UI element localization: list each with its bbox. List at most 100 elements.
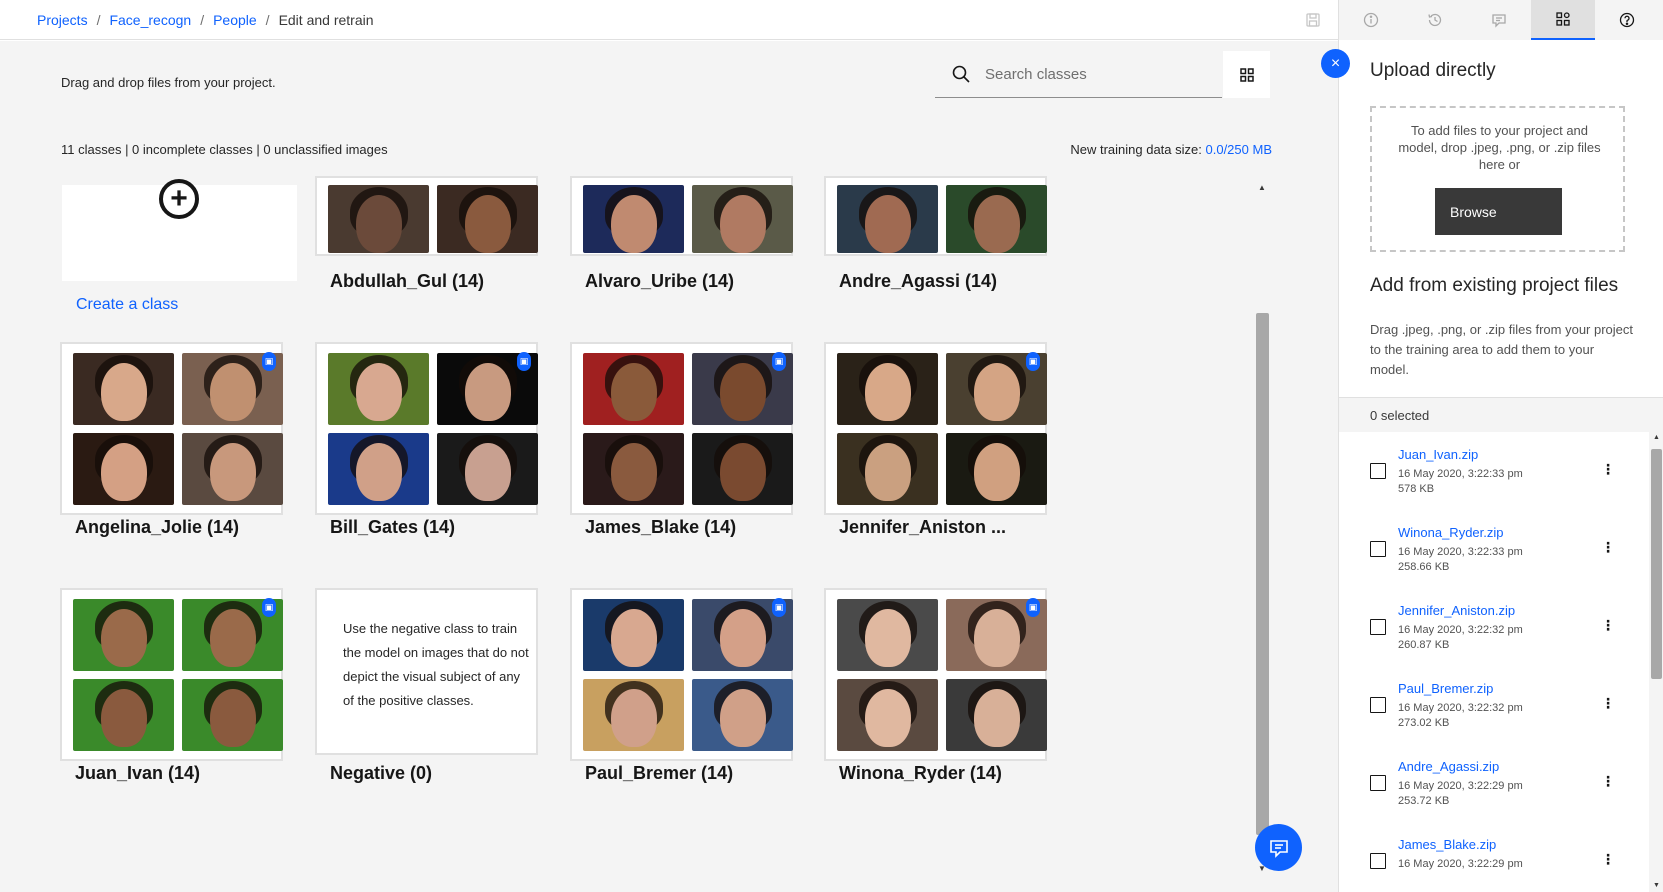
tab-help[interactable] (1595, 0, 1659, 40)
class-thumbnail (946, 679, 1047, 751)
file-name[interactable]: Juan_Ivan.zip (1398, 447, 1478, 462)
class-name[interactable]: Negative (0) (330, 763, 432, 784)
overflow-menu-icon[interactable]: ⋮ (1601, 618, 1615, 632)
lock-icon: ▣ (772, 598, 786, 617)
class-name[interactable]: Abdullah_Gul (14) (330, 271, 484, 292)
class-name[interactable]: Juan_Ivan (14) (75, 763, 200, 784)
class-thumbnail (73, 433, 174, 505)
training-area: Drag and drop files from your project. 1… (0, 41, 1338, 892)
overflow-menu-icon[interactable]: ⋮ (1601, 462, 1615, 476)
class-card[interactable]: ▣ (60, 588, 283, 761)
file-date: 16 May 2020, 3:22:33 pm (1398, 546, 1523, 558)
breadcrumb-project[interactable]: Face_recogn (109, 12, 191, 28)
class-name[interactable]: Winona_Ryder (14) (839, 763, 1002, 784)
project-file-list: Juan_Ivan.zip 16 May 2020, 3:22:33 pm 578 … (1339, 431, 1649, 892)
overflow-menu-icon[interactable]: ⋮ (1601, 696, 1615, 710)
tab-data[interactable] (1531, 0, 1595, 40)
class-name[interactable]: Angelina_Jolie (14) (75, 517, 239, 538)
scroll-down-icon[interactable]: ▼ (1653, 882, 1660, 889)
scrollbar-thumb[interactable] (1256, 313, 1269, 835)
breadcrumb-model[interactable]: People (213, 12, 257, 28)
chat-button[interactable] (1255, 824, 1302, 871)
file-name[interactable]: Paul_Bremer.zip (1398, 681, 1493, 696)
file-list-item[interactable]: Winona_Ryder.zip 16 May 2020, 3:22:33 pm 2… (1339, 510, 1649, 589)
overflow-menu-icon[interactable]: ⋮ (1601, 852, 1615, 866)
class-card[interactable]: ▣ (315, 342, 538, 515)
class-card[interactable]: ▣ (60, 342, 283, 515)
info-icon (1363, 12, 1379, 28)
file-name[interactable]: Andre_Agassi.zip (1398, 759, 1499, 774)
class-name[interactable]: James_Blake (14) (585, 517, 736, 538)
create-class-card[interactable]: + (62, 179, 297, 281)
file-list-item[interactable]: Andre_Agassi.zip 16 May 2020, 3:22:29 pm 2… (1339, 744, 1649, 823)
class-card[interactable]: ▣ (570, 588, 793, 761)
breadcrumb-projects[interactable]: Projects (37, 12, 88, 28)
file-list-item[interactable]: Paul_Bremer.zip 16 May 2020, 3:22:32 pm 27… (1339, 666, 1649, 745)
training-data-size: New training data size: 0.0/250 MB (1070, 142, 1272, 157)
negative-class-card[interactable]: Use the negative class to train the mode… (315, 588, 538, 755)
class-card[interactable] (824, 176, 1047, 256)
add-icon[interactable]: + (159, 179, 199, 219)
close-panel-button[interactable]: × (1321, 49, 1350, 78)
save-icon[interactable] (1305, 12, 1321, 28)
file-date: 16 May 2020, 3:22:29 pm (1398, 858, 1523, 870)
class-thumbnail (837, 185, 938, 253)
scroll-up-icon[interactable]: ▲ (1653, 434, 1660, 441)
breadcrumb: Projects / Face_recogn / People / Edit a… (37, 12, 374, 28)
class-thumbnail (328, 185, 429, 253)
search-input[interactable] (985, 65, 1205, 83)
class-card[interactable] (315, 176, 538, 256)
class-thumbnail (583, 353, 684, 425)
tab-history[interactable] (1403, 0, 1467, 40)
side-panel-tabs (1338, 0, 1663, 40)
create-class-link[interactable]: Create a class (76, 296, 178, 314)
scroll-up-icon[interactable]: ▲ (1258, 183, 1266, 192)
file-checkbox[interactable] (1370, 697, 1386, 713)
class-thumbnail (73, 353, 174, 425)
grid-scrollbar[interactable]: ▲ ▼ (1256, 183, 1269, 873)
file-name[interactable]: James_Blake.zip (1398, 837, 1496, 852)
file-list-item[interactable]: James_Blake.zip 16 May 2020, 3:22:29 pm ⋮ (1339, 822, 1649, 892)
grid-view-toggle[interactable] (1223, 51, 1270, 98)
file-size: 273.02 KB (1398, 717, 1450, 729)
class-name[interactable]: Andre_Agassi (14) (839, 271, 997, 292)
class-card[interactable]: ▣ (570, 342, 793, 515)
file-list-scrollbar[interactable]: ▲ ▼ (1649, 431, 1663, 892)
file-checkbox[interactable] (1370, 853, 1386, 869)
file-list-item[interactable]: Juan_Ivan.zip 16 May 2020, 3:22:33 pm 578 … (1339, 432, 1649, 511)
file-checkbox[interactable] (1370, 775, 1386, 791)
file-date: 16 May 2020, 3:22:29 pm (1398, 780, 1523, 792)
existing-files-title: Add from existing project files (1370, 275, 1619, 296)
class-card[interactable] (570, 176, 793, 256)
class-name[interactable]: Paul_Bremer (14) (585, 763, 733, 784)
class-thumbnail (73, 679, 174, 751)
file-list-item[interactable]: Jennifer_Aniston.zip 16 May 2020, 3:22:32… (1339, 588, 1649, 667)
class-name[interactable]: Bill_Gates (14) (330, 517, 455, 538)
class-thumbnail (692, 185, 793, 253)
existing-files-description: Drag .jpeg, .png, or .zip files from you… (1370, 322, 1634, 377)
class-card[interactable]: ▣ (824, 588, 1047, 761)
grid-icon (1239, 67, 1254, 82)
overflow-menu-icon[interactable]: ⋮ (1601, 540, 1615, 554)
lock-icon: ▣ (1026, 352, 1040, 371)
help-icon (1619, 12, 1635, 28)
file-checkbox[interactable] (1370, 619, 1386, 635)
class-card[interactable]: ▣ (824, 342, 1047, 515)
overflow-menu-icon[interactable]: ⋮ (1601, 774, 1615, 788)
file-name[interactable]: Jennifer_Aniston.zip (1398, 603, 1515, 618)
class-name[interactable]: Jennifer_Aniston ... (839, 517, 1006, 538)
file-checkbox[interactable] (1370, 463, 1386, 479)
class-thumbnail (437, 185, 538, 253)
scrollbar-thumb[interactable] (1651, 449, 1662, 679)
class-name[interactable]: Alvaro_Uribe (14) (585, 271, 734, 292)
file-dropzone[interactable]: To add files to your project and model, … (1370, 106, 1625, 252)
class-thumbnail (692, 433, 793, 505)
browse-button[interactable]: Browse (1435, 188, 1562, 235)
tab-info[interactable] (1339, 0, 1403, 40)
file-date: 16 May 2020, 3:22:32 pm (1398, 624, 1523, 636)
lock-icon: ▣ (262, 598, 276, 617)
tab-comments[interactable] (1467, 0, 1531, 40)
selected-count: 0 selected (1370, 408, 1430, 423)
file-name[interactable]: Winona_Ryder.zip (1398, 525, 1504, 540)
file-checkbox[interactable] (1370, 541, 1386, 557)
